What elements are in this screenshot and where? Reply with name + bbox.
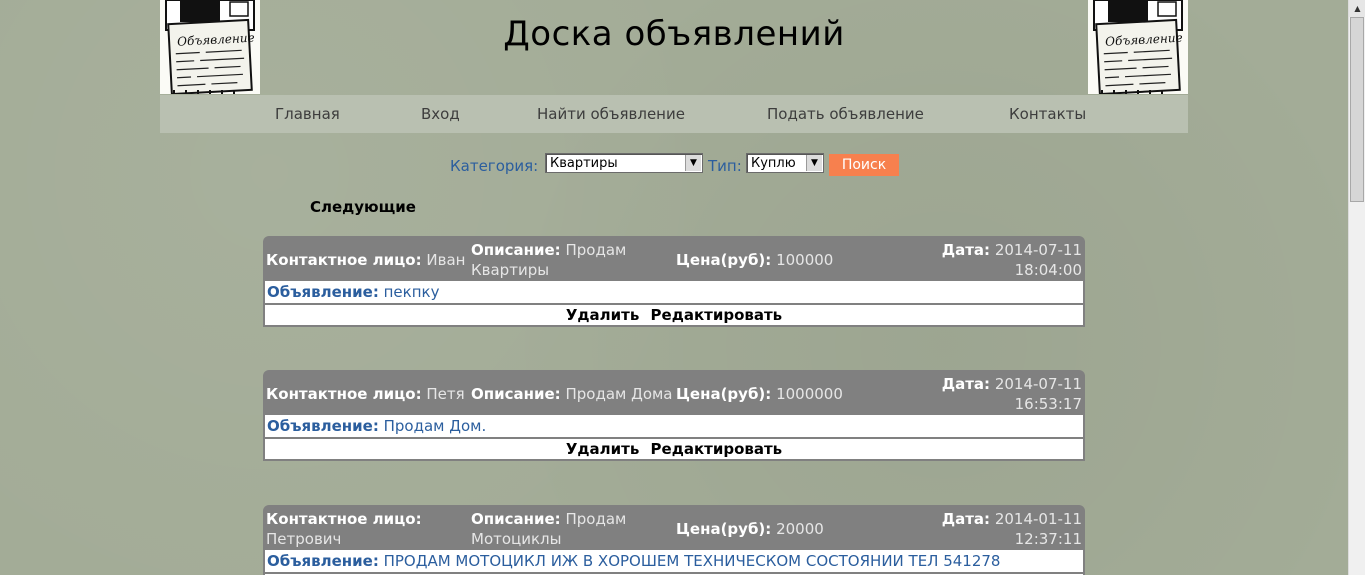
ad-card: Контактное лицо: Петя Описание: Продам Д…: [263, 370, 1085, 461]
description-label: Описание:: [471, 385, 561, 403]
ad-contact: Петя: [426, 385, 465, 403]
vertical-scrollbar[interactable]: ▲: [1348, 0, 1365, 575]
ad-body: Объявление: Продам Дом.: [263, 415, 1085, 437]
category-select-value: Квартиры: [550, 156, 618, 171]
ad-contact: Петрович: [266, 530, 342, 548]
nav-item-post-ad[interactable]: Подать объявление: [767, 105, 924, 123]
ad-label: Объявление:: [267, 417, 379, 435]
ad-body: Объявление: пекпку: [263, 281, 1085, 303]
ad-actions: Удалить Редактировать: [263, 437, 1085, 461]
main-nav: Главная Вход Найти объявление Подать объ…: [160, 95, 1188, 133]
description-label: Описание:: [471, 510, 561, 528]
ad-description-cont: Мотоциклы: [471, 530, 562, 548]
ad-description: Продам: [565, 241, 627, 259]
ad-header: Контактное лицо: Иван Описание: Продам К…: [263, 236, 1085, 281]
edit-button[interactable]: Редактировать: [651, 440, 783, 458]
ad-card: Контактное лицо: Иван Описание: Продам К…: [263, 236, 1085, 327]
date-label: Дата:: [941, 510, 991, 528]
ad-header: Контактное лицо: Петрович Описание: Прод…: [263, 505, 1085, 550]
floppy-notice-logo: Объявление: [162, 0, 258, 94]
edit-button[interactable]: Редактировать: [651, 306, 783, 324]
date-label: Дата:: [941, 375, 991, 393]
floppy-notice-logo: Объявление: [1090, 0, 1186, 94]
ad-time: 12:37:11: [1014, 530, 1082, 548]
ad-date: 2014-07-11: [994, 375, 1082, 393]
delete-button[interactable]: Удалить: [566, 306, 639, 324]
category-label: Категория:: [450, 157, 539, 175]
chevron-down-icon: ▼: [685, 155, 701, 171]
ad-body: Объявление: ПРОДАМ МОТОЦИКЛ ИЖ В ХОРОШЕМ…: [263, 550, 1085, 572]
description-label: Описание:: [471, 241, 561, 259]
search-form: Категория: Квартиры ▼ Тип: Куплю ▼ Поиск: [0, 153, 1348, 177]
price-label: Цена(руб):: [676, 251, 772, 269]
ad-time: 18:04:00: [1014, 261, 1082, 279]
logo-left: Объявление: [160, 0, 260, 94]
ad-time: 16:53:17: [1014, 395, 1082, 413]
ad-description-cont: Квартиры: [471, 261, 550, 279]
ad-card: Контактное лицо: Петрович Описание: Прод…: [263, 505, 1085, 575]
ad-price: 1000000: [776, 385, 843, 403]
nav-item-contacts[interactable]: Контакты: [1009, 105, 1086, 123]
page: Объявление Доска объявлений Объявление Г…: [0, 0, 1348, 575]
delete-button[interactable]: Удалить: [566, 440, 639, 458]
date-label: Дата:: [941, 241, 991, 259]
ad-date: 2014-07-11: [994, 241, 1082, 259]
nav-item-home[interactable]: Главная: [275, 105, 340, 123]
contact-label: Контактное лицо:: [266, 385, 422, 403]
contact-label: Контактное лицо:: [266, 251, 422, 269]
nav-item-find-ad[interactable]: Найти объявление: [537, 105, 685, 123]
ad-label: Объявление:: [267, 552, 379, 570]
ad-price: 20000: [776, 520, 824, 538]
ad-description: Продам: [565, 510, 627, 528]
logo-right: Объявление: [1088, 0, 1188, 94]
ad-text: ПРОДАМ МОТОЦИКЛ ИЖ В ХОРОШЕМ ТЕХНИЧЕСКОМ…: [383, 552, 1001, 570]
ad-contact: Иван: [426, 251, 466, 269]
type-select-value: Куплю: [751, 156, 796, 171]
search-button[interactable]: Поиск: [829, 154, 899, 176]
ad-header: Контактное лицо: Петя Описание: Продам Д…: [263, 370, 1085, 415]
contact-label: Контактное лицо:: [266, 510, 422, 528]
category-select[interactable]: Квартиры ▼: [545, 153, 703, 173]
ad-description: Продам Дома: [565, 385, 673, 403]
type-label: Тип:: [708, 157, 742, 175]
price-label: Цена(руб):: [676, 385, 772, 403]
ad-text: Продам Дом.: [383, 417, 487, 435]
ad-label: Объявление:: [267, 283, 379, 301]
nav-item-login[interactable]: Вход: [421, 105, 460, 123]
scroll-up-arrow-icon[interactable]: ▲: [1349, 0, 1365, 17]
type-select[interactable]: Куплю ▼: [746, 153, 824, 173]
site-title: Доска объявлений: [503, 14, 845, 54]
ad-price: 100000: [776, 251, 834, 269]
section-title: Следующие: [310, 198, 416, 216]
scrollbar-thumb[interactable]: [1350, 17, 1364, 202]
chevron-down-icon: ▼: [806, 155, 822, 171]
ad-text: пекпку: [383, 283, 440, 301]
price-label: Цена(руб):: [676, 520, 772, 538]
ad-date: 2014-01-11: [994, 510, 1082, 528]
ad-actions: Удалить Редактировать: [263, 303, 1085, 327]
